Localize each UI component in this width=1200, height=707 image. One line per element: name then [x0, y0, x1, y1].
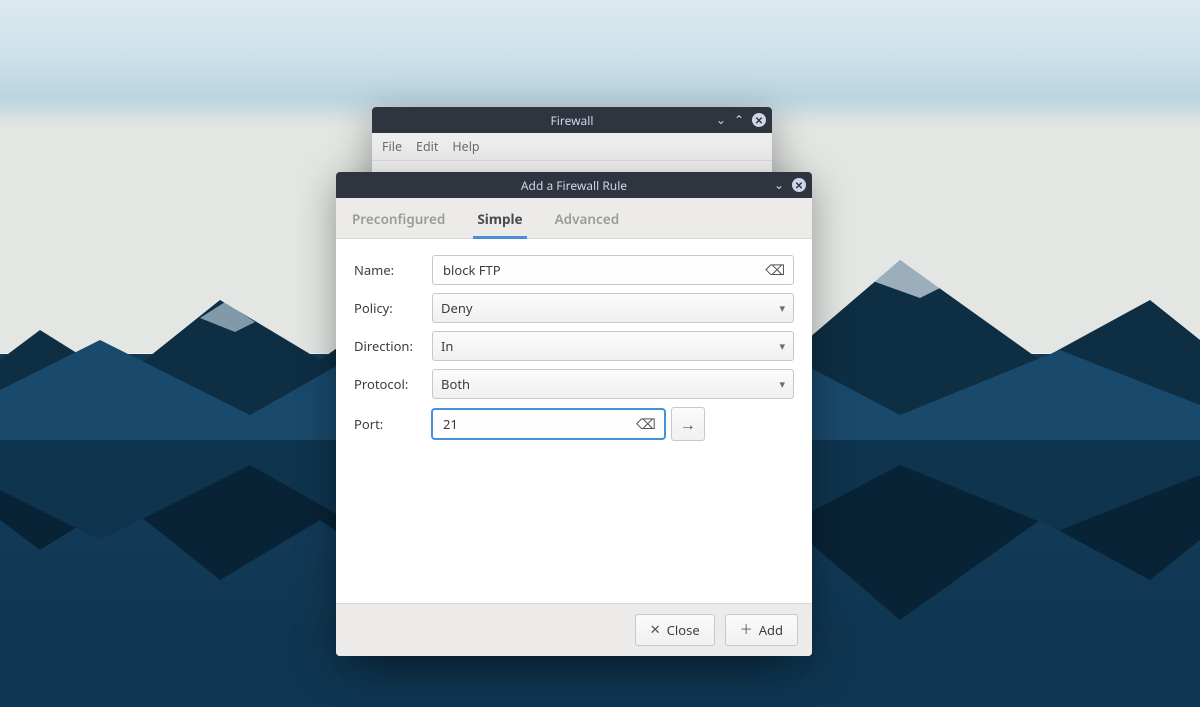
- clear-name-icon[interactable]: ⌫: [759, 261, 785, 280]
- tab-simple[interactable]: Simple: [473, 206, 526, 239]
- row-policy: Policy: Deny ▾: [354, 293, 794, 323]
- dialog-titlebar[interactable]: Add a Firewall Rule ⌄ ✕: [336, 172, 812, 198]
- policy-select[interactable]: Deny ▾: [432, 293, 794, 323]
- menubar: File Edit Help: [372, 133, 772, 161]
- menu-help[interactable]: Help: [452, 138, 479, 155]
- caret-icon: ▾: [779, 301, 785, 316]
- protocol-value: Both: [441, 375, 470, 393]
- name-field-wrapper[interactable]: ⌫: [432, 255, 794, 285]
- plus-icon: ＋: [740, 623, 753, 636]
- label-name: Name:: [354, 261, 432, 279]
- close-icon[interactable]: ✕: [752, 113, 766, 127]
- row-protocol: Protocol: Both ▾: [354, 369, 794, 399]
- close-x-icon: ✕: [650, 623, 661, 636]
- minimize-button[interactable]: ⌄: [716, 114, 726, 126]
- label-port: Port:: [354, 415, 432, 433]
- firewall-titlebar[interactable]: Firewall ⌄ ⌃ ✕: [372, 107, 772, 133]
- add-button-label: Add: [759, 621, 783, 639]
- port-go-button[interactable]: →: [671, 407, 705, 441]
- tab-preconfigured[interactable]: Preconfigured: [348, 206, 449, 238]
- menu-edit[interactable]: Edit: [416, 138, 438, 155]
- form-area: Name: ⌫ Policy: Deny ▾ Direction: In ▾: [336, 239, 812, 603]
- direction-select[interactable]: In ▾: [432, 331, 794, 361]
- protocol-select[interactable]: Both ▾: [432, 369, 794, 399]
- firewall-title: Firewall: [551, 112, 594, 129]
- row-direction: Direction: In ▾: [354, 331, 794, 361]
- desktop-wallpaper: Firewall ⌄ ⌃ ✕ File Edit Help Add a Fire…: [0, 0, 1200, 707]
- tab-advanced[interactable]: Advanced: [551, 206, 624, 238]
- dialog-footer: ✕ Close ＋ Add: [336, 603, 812, 656]
- direction-value: In: [441, 337, 453, 355]
- label-policy: Policy:: [354, 299, 432, 317]
- menu-file[interactable]: File: [382, 138, 402, 155]
- policy-value: Deny: [441, 299, 473, 317]
- port-field-wrapper[interactable]: ⌫: [432, 409, 665, 439]
- add-button[interactable]: ＋ Add: [725, 614, 798, 646]
- close-button-label: Close: [667, 621, 700, 639]
- row-port: Port: ⌫ →: [354, 407, 794, 441]
- name-input[interactable]: [441, 260, 759, 280]
- caret-icon: ▾: [779, 377, 785, 392]
- caret-icon: ▾: [779, 339, 785, 354]
- close-button[interactable]: ✕ Close: [635, 614, 715, 646]
- add-rule-dialog: Add a Firewall Rule ⌄ ✕ Preconfigured Si…: [336, 172, 812, 656]
- dialog-title: Add a Firewall Rule: [521, 177, 627, 194]
- label-direction: Direction:: [354, 337, 432, 355]
- dialog-minimize-button[interactable]: ⌄: [774, 179, 784, 191]
- label-protocol: Protocol:: [354, 375, 432, 393]
- arrow-right-icon: →: [680, 413, 696, 435]
- row-name: Name: ⌫: [354, 255, 794, 285]
- maximize-button[interactable]: ⌃: [734, 114, 744, 126]
- tabbar: Preconfigured Simple Advanced: [336, 198, 812, 239]
- clear-port-icon[interactable]: ⌫: [630, 415, 656, 434]
- dialog-close-icon[interactable]: ✕: [792, 178, 806, 192]
- port-input[interactable]: [441, 414, 630, 434]
